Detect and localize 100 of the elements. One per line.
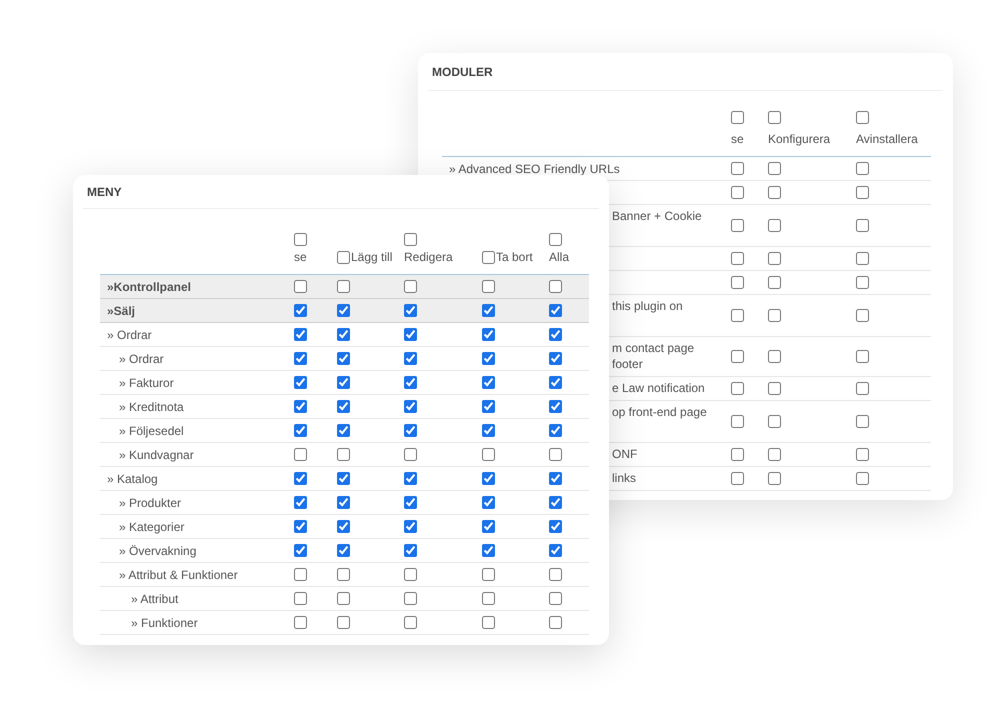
checkbox[interactable] [404, 544, 417, 557]
checkbox[interactable] [337, 496, 350, 509]
checkbox[interactable] [404, 616, 417, 629]
checkbox[interactable] [294, 233, 307, 246]
checkbox[interactable] [404, 448, 417, 461]
checkbox[interactable] [294, 376, 307, 389]
checkbox[interactable] [856, 448, 869, 461]
checkbox[interactable] [482, 352, 495, 365]
checkbox[interactable] [294, 448, 307, 461]
checkbox[interactable] [404, 376, 417, 389]
checkbox[interactable] [856, 382, 869, 395]
checkbox[interactable] [404, 400, 417, 413]
checkbox[interactable] [482, 544, 495, 557]
checkbox[interactable] [856, 309, 869, 322]
checkbox[interactable] [482, 280, 495, 293]
checkbox[interactable] [404, 520, 417, 533]
checkbox[interactable] [404, 352, 417, 365]
checkbox[interactable] [856, 162, 869, 175]
checkbox[interactable] [856, 350, 869, 363]
checkbox[interactable] [337, 448, 350, 461]
checkbox[interactable] [768, 219, 781, 232]
checkbox[interactable] [731, 219, 744, 232]
checkbox[interactable] [337, 544, 350, 557]
checkbox[interactable] [294, 496, 307, 509]
checkbox[interactable] [337, 424, 350, 437]
checkbox[interactable] [856, 219, 869, 232]
checkbox[interactable] [856, 111, 869, 124]
checkbox[interactable] [337, 376, 350, 389]
checkbox[interactable] [549, 352, 562, 365]
checkbox[interactable] [404, 280, 417, 293]
checkbox[interactable] [404, 472, 417, 485]
checkbox[interactable] [731, 162, 744, 175]
checkbox[interactable] [549, 304, 562, 317]
checkbox[interactable] [482, 448, 495, 461]
checkbox[interactable] [294, 352, 307, 365]
checkbox[interactable] [768, 186, 781, 199]
checkbox[interactable] [294, 472, 307, 485]
checkbox[interactable] [337, 304, 350, 317]
checkbox[interactable] [549, 376, 562, 389]
checkbox[interactable] [337, 280, 350, 293]
checkbox[interactable] [337, 592, 350, 605]
checkbox[interactable] [404, 233, 417, 246]
checkbox[interactable] [294, 280, 307, 293]
checkbox[interactable] [768, 309, 781, 322]
checkbox[interactable] [337, 520, 350, 533]
checkbox[interactable] [482, 251, 495, 264]
checkbox[interactable] [482, 400, 495, 413]
checkbox[interactable] [856, 276, 869, 289]
checkbox[interactable] [768, 252, 781, 265]
checkbox[interactable] [337, 568, 350, 581]
checkbox[interactable] [856, 252, 869, 265]
checkbox[interactable] [337, 400, 350, 413]
checkbox[interactable] [549, 520, 562, 533]
checkbox[interactable] [856, 472, 869, 485]
checkbox[interactable] [294, 400, 307, 413]
checkbox[interactable] [482, 424, 495, 437]
checkbox[interactable] [731, 472, 744, 485]
checkbox[interactable] [337, 328, 350, 341]
checkbox[interactable] [768, 382, 781, 395]
checkbox[interactable] [294, 328, 307, 341]
checkbox[interactable] [404, 496, 417, 509]
checkbox[interactable] [549, 592, 562, 605]
checkbox[interactable] [482, 568, 495, 581]
checkbox[interactable] [768, 276, 781, 289]
checkbox[interactable] [856, 186, 869, 199]
checkbox[interactable] [337, 251, 350, 264]
checkbox[interactable] [731, 448, 744, 461]
checkbox[interactable] [549, 616, 562, 629]
checkbox[interactable] [768, 415, 781, 428]
checkbox[interactable] [294, 616, 307, 629]
checkbox[interactable] [549, 400, 562, 413]
checkbox[interactable] [768, 162, 781, 175]
checkbox[interactable] [549, 280, 562, 293]
checkbox[interactable] [549, 568, 562, 581]
checkbox[interactable] [404, 328, 417, 341]
checkbox[interactable] [337, 352, 350, 365]
checkbox[interactable] [482, 520, 495, 533]
checkbox[interactable] [482, 376, 495, 389]
checkbox[interactable] [731, 415, 744, 428]
checkbox[interactable] [549, 424, 562, 437]
checkbox[interactable] [404, 424, 417, 437]
checkbox[interactable] [294, 544, 307, 557]
checkbox[interactable] [731, 350, 744, 363]
checkbox[interactable] [549, 496, 562, 509]
checkbox[interactable] [549, 233, 562, 246]
checkbox[interactable] [294, 424, 307, 437]
checkbox[interactable] [337, 472, 350, 485]
checkbox[interactable] [768, 472, 781, 485]
checkbox[interactable] [731, 186, 744, 199]
checkbox[interactable] [549, 472, 562, 485]
checkbox[interactable] [404, 592, 417, 605]
checkbox[interactable] [294, 520, 307, 533]
checkbox[interactable] [731, 276, 744, 289]
checkbox[interactable] [768, 448, 781, 461]
checkbox[interactable] [294, 304, 307, 317]
checkbox[interactable] [856, 415, 869, 428]
checkbox[interactable] [337, 616, 350, 629]
checkbox[interactable] [768, 111, 781, 124]
checkbox[interactable] [549, 328, 562, 341]
checkbox[interactable] [404, 568, 417, 581]
